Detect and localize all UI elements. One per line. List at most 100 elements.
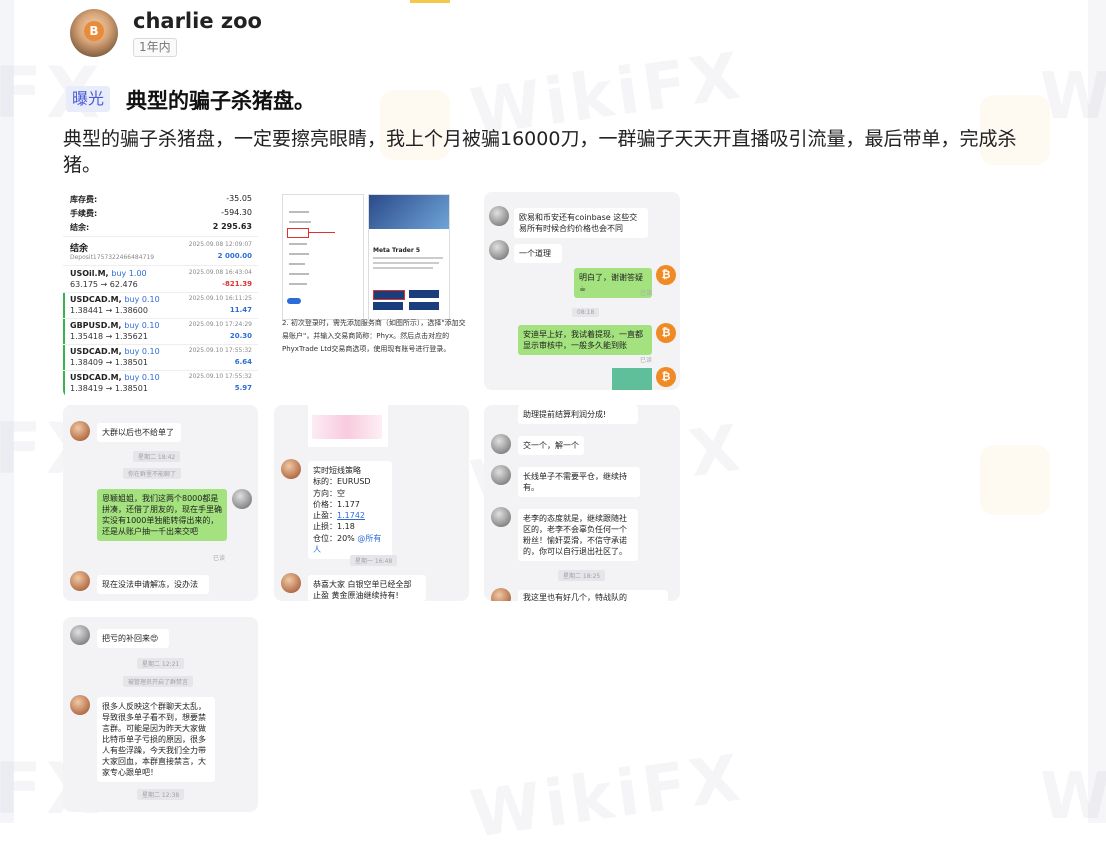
menu-line [289,211,309,213]
user-avatar [489,240,509,260]
fee-label: 结余: [70,223,90,232]
image-login-guide[interactable]: Meta Trader 5 2. 初次登录时，需先添加服务商（如图所示），选择"… [274,192,469,398]
bitcoin-avatar-icon: ₿ [656,323,676,343]
fee-value: -35.05 [226,194,252,203]
read-status: 已读 [640,357,653,364]
app-title: Meta Trader 5 [373,247,421,254]
chat-message: 大群以后也不给单了 [97,423,181,442]
balance-row: 结余 Deposit1757322466484719 2025.09.08 12… [63,239,258,265]
trade-symbol: USDCAD.M, buy 0.10 [70,295,160,304]
strategy-tp: 止盈：1.1742 [313,511,365,521]
text-line [373,267,433,269]
chart-area [312,415,382,439]
post-title: 典型的骗子杀猪盘。 [126,89,315,113]
strategy-title: 实时短线策略 [313,466,361,475]
download-button [373,302,403,310]
image-chat-withdrawal[interactable]: 欧易和币安还有coinbase 这些交易所有时候合约价格也会不同 一个道理 ₿ … [484,192,680,390]
user-avatar [491,588,511,601]
chat-message: 现在没法申请解冻，没办法 [97,575,209,594]
chat-message: 把亏的补回来😍 [97,629,169,648]
download-button [409,290,439,298]
user-avatar [70,571,90,591]
trade-pl: 6.64 [234,358,252,366]
chat-message: 长线单子不需要平仓，继续持有。 [518,467,640,497]
watermark-text: WikiFX [466,741,748,853]
trade-pl: 5.97 [234,384,252,392]
chat-message: 交一个，解一个 [518,436,584,455]
balance-amount: 2 000.00 [217,252,252,260]
trade-date: 2025.09.08 16:43:04 [188,269,252,276]
menu-line [289,273,309,275]
chat-message-own: 安迪早上好，我试着提现，一直都显示审核中，一般多久能到账 [518,325,652,355]
chat-timestamp: 星期一 16:48 [350,555,398,566]
read-status: 已读 [213,555,226,562]
user-avatar [281,459,301,479]
category-tag[interactable]: 曝光 [66,86,110,112]
fee-label: 库存费: [70,195,98,204]
trade-prices: 63.175 → 62.476 [70,280,138,289]
chat-message: 恭喜大家 白银空单已经全部 止盈 黄金原油继续持有! [308,575,426,601]
download-button [373,290,405,300]
trade-row: USDCAD.M, buy 0.10 1.38441 → 1.38600 202… [63,293,258,319]
highlight-box [287,228,309,238]
image-chat-muted[interactable]: 把亏的补回来😍 星期二 12:21 被管理员开启了群禁言 很多人反映这个群聊天太… [63,617,258,812]
post-page: FX WikiFX WikiFX FX WikiFX FX WikiFX Wik… [0,0,1106,853]
app-banner [369,195,449,229]
fee-label: 手续费: [70,209,98,218]
menu-line [289,253,309,255]
strategy-symbol: 标的：EURUSD [313,477,371,487]
divider [63,236,258,237]
strategy-sl: 止损：1.18 [313,522,355,532]
image-chat-community[interactable]: 助理提前结算利润分成! 交一个，解一个 长线单子不需要平仓，继续持有。 老李的态… [484,405,680,601]
menu-line [289,263,305,265]
phone-app-screenshot: Meta Trader 5 [368,194,450,320]
trade-symbol: USDCAD.M, buy 0.10 [70,347,160,356]
trade-pl: 20.30 [229,332,252,340]
chat-message: 助理提前结算利润分成! [518,405,638,424]
trade-pl: -821.39 [222,280,252,288]
trade-row: USDCAD.M, buy 0.10 1.38409 → 1.38501 202… [63,345,258,371]
menu-line [289,283,307,285]
chart-thumbnail [308,405,388,447]
trade-prices: 1.38441 → 1.38600 [70,306,148,315]
user-avatar [281,573,301,593]
strategy-direction: 方向：空 [313,488,345,498]
top-accent [410,0,450,3]
phone-menu-screenshot [282,194,364,320]
balance-label: 结余 [70,244,89,254]
chat-timestamp: 星期二 12:21 [137,658,185,669]
user-avatar [491,465,511,485]
trade-date: 2025.09.10 17:55:32 [188,373,252,380]
trade-row: GBPUSD.M, buy 0.10 1.35418 → 1.35621 202… [63,319,258,345]
strategy-price: 价格：1.177 [313,499,360,509]
trade-pl: 11.47 [229,306,252,314]
scrollbar[interactable] [1088,0,1106,823]
user-avatar [70,695,90,715]
trade-symbol: GBPUSD.M, buy 0.10 [70,321,160,330]
read-status: 已读 [640,290,653,297]
user-avatar [70,625,90,645]
trade-row: USDCAD.M, buy 0.10 1.38419 → 1.38501 202… [63,371,258,397]
menu-line [289,221,311,223]
chat-message: 很多人反映这个群聊天太乱，导致很多单子看不到，想要禁言群。可能是因为昨天大家做比… [97,697,215,782]
trade-prices: 1.38409 → 1.38501 [70,358,148,367]
image-message-thumbnail [612,368,652,390]
watermark-logo [980,445,1050,515]
image-chat-strategy[interactable]: 实时短线策略 标的：EURUSD 方向：空 价格：1.177 止盈：1.1742… [274,405,469,601]
chat-timestamp: 星期二 12:38 [137,789,185,800]
trade-prices: 1.38419 → 1.38501 [70,384,148,393]
trade-prices: 1.35418 → 1.35621 [70,332,148,341]
image-trading-history[interactable]: 库存费: -35.05 手续费: -594.30 结余: 2 295.63 结余… [63,192,258,398]
user-avatar [70,421,90,441]
author-name[interactable]: charlie zoo [133,9,262,33]
fee-value: -594.30 [221,208,252,217]
chat-message-own: 恩颖姐姐，我们这两个8000都是拼凑，还借了朋友的，现在手里确实没有1000单独… [97,489,227,541]
image-chat-group[interactable]: 大群以后也不给单了 星期二 18:42 你在群里不能聊了 恩颖姐姐，我们这两个8… [63,405,258,601]
chat-message: 我这里也有好几个，特战队的 [518,590,668,601]
download-button [409,302,439,310]
toggle-button [287,298,301,304]
chat-timestamp: 08:18 [572,308,600,317]
guide-caption: 2. 初次登录时，需先添加服务商（如图所示），选择"添加交易账户"，并输入交易商… [282,319,466,353]
divider [63,265,258,266]
post-body: 典型的骗子杀猪盘，一定要擦亮眼睛，我上个月被骗16000刀，一群骗子天天开直播吸… [63,128,1017,176]
